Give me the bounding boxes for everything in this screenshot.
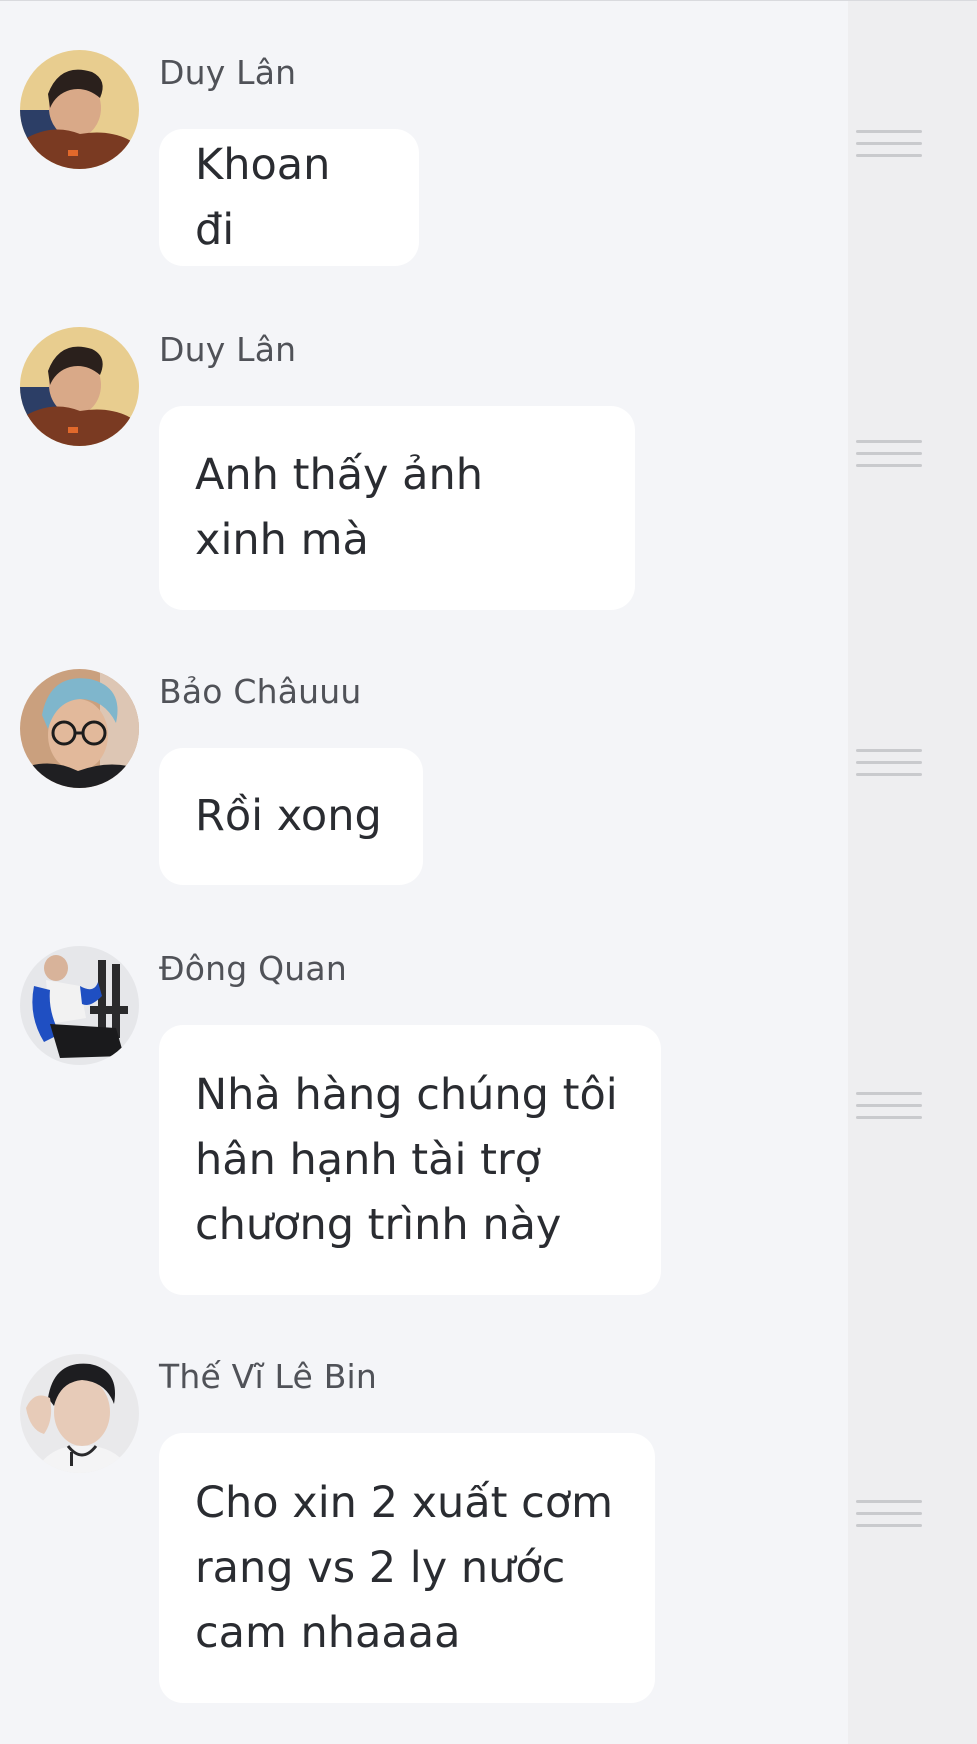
sender-avatar[interactable] [20,946,139,1065]
person-sleeping-avatar [20,327,139,446]
message-action-rail [848,1,977,1744]
drag-handle-icon[interactable] [856,745,922,781]
sender-avatar[interactable] [20,669,139,788]
sender-name: Thế Vĩ Lê Bin [159,1357,378,1396]
person-portrait-avatar [20,1354,139,1473]
sender-name: Duy Lân [159,330,297,369]
sender-avatar[interactable] [20,327,139,446]
sender-avatar[interactable] [20,1354,139,1473]
sender-name: Bảo Châuuu [159,672,362,711]
sender-name: Duy Lân [159,53,297,92]
message-bubble[interactable]: Rồi xong [159,748,423,885]
message-bubble[interactable]: Anh thấy ảnh xinh mà [159,406,635,610]
drag-handle-icon[interactable] [856,436,922,472]
message-bubble[interactable]: Cho xin 2 xuất cơm rang vs 2 ly nước cam… [159,1433,655,1703]
message-bubble[interactable]: Nhà hàng chúng tôi hân hạnh tài trợ chươ… [159,1025,661,1295]
person-blue-hair-glasses-avatar [20,669,139,788]
drag-handle-icon[interactable] [856,126,922,162]
sender-name: Đông Quan [159,949,347,988]
person-sleeping-avatar [20,50,139,169]
drag-handle-icon[interactable] [856,1496,922,1532]
sender-avatar[interactable] [20,50,139,169]
drag-handle-icon[interactable] [856,1088,922,1124]
chat-screen: Duy Lân Khoan đi Duy Lân Anh thấy ảnh xi… [0,0,977,1744]
person-blue-jacket-chair-avatar [20,946,139,1065]
message-bubble[interactable]: Khoan đi [159,129,419,266]
